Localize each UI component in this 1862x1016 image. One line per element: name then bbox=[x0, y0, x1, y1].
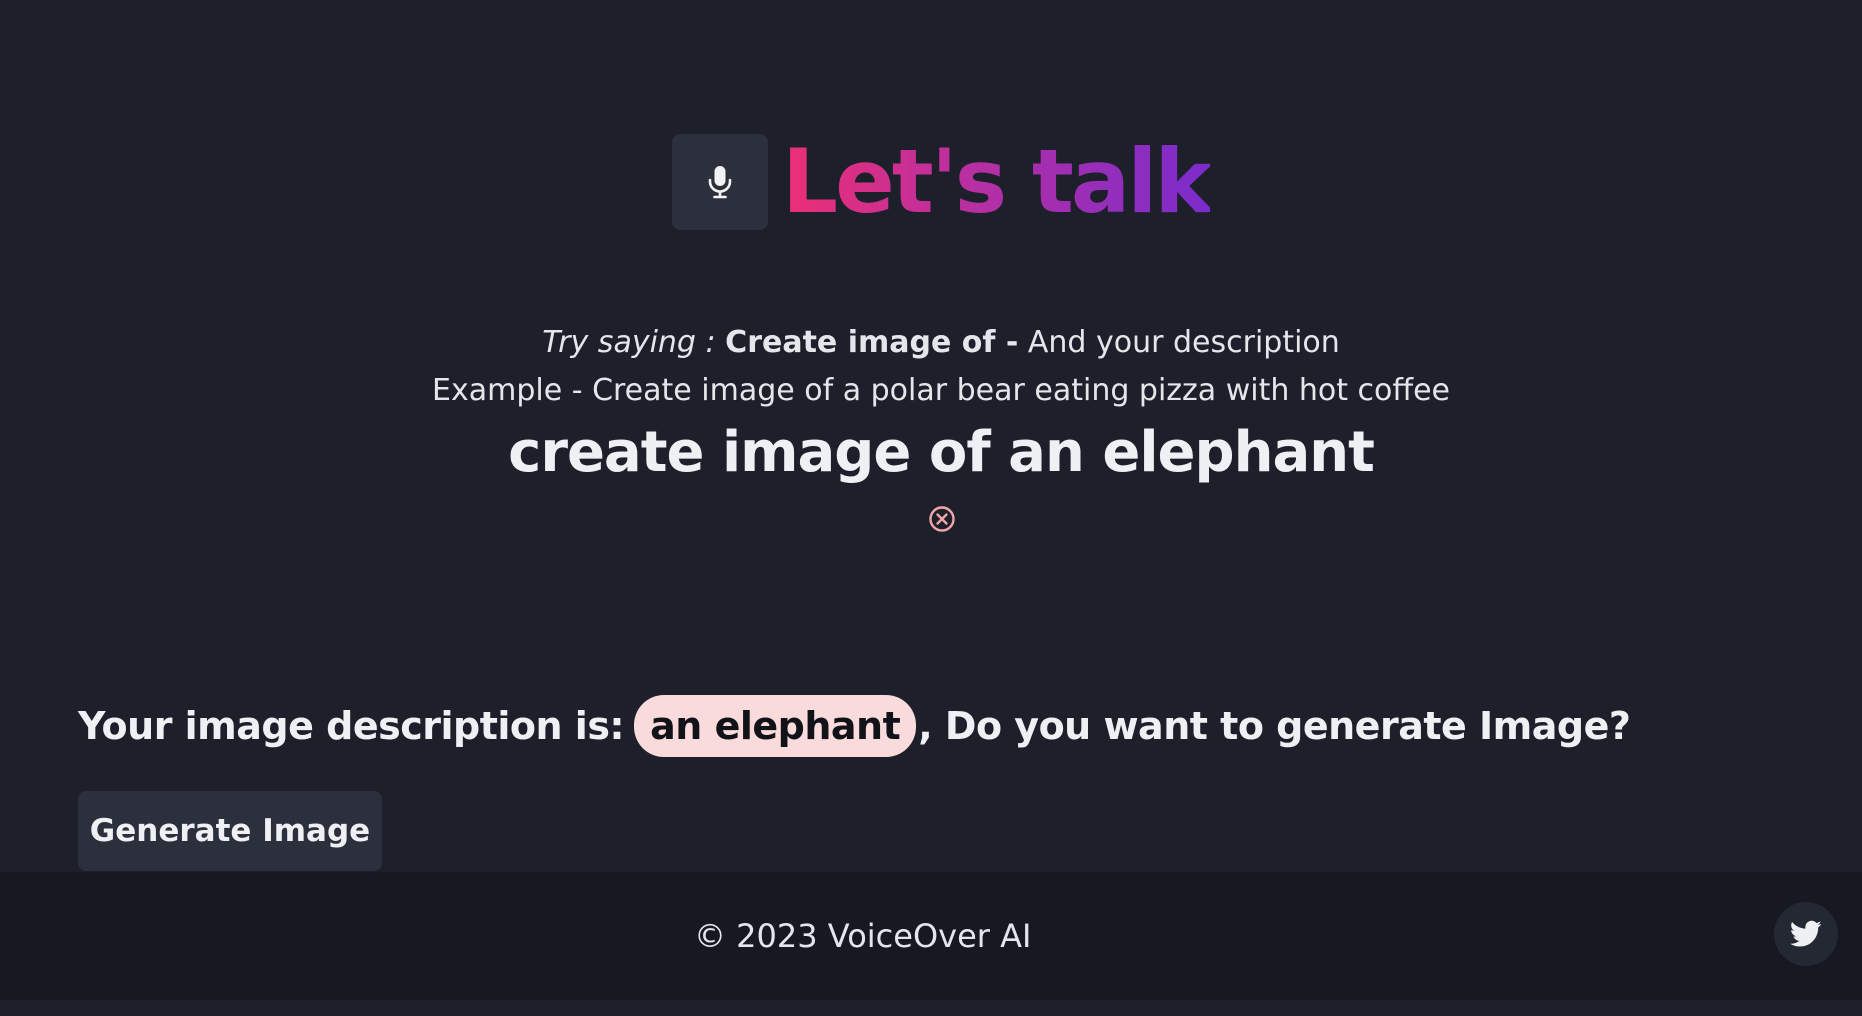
command-phrase: Create image of - bbox=[725, 325, 1019, 360]
image-description: Your image description is: an elephant ,… bbox=[78, 695, 1631, 757]
try-saying-label: Try saying : bbox=[542, 325, 716, 360]
microphone-icon bbox=[708, 166, 732, 199]
page-title: Let's talk bbox=[782, 130, 1213, 233]
footer: © 2023 VoiceOver AI bbox=[0, 872, 1862, 1000]
description-prefix: Your image description is: bbox=[78, 704, 625, 748]
speech-transcript: create image of an elephant bbox=[508, 420, 1375, 485]
description-suffix: , Do you want to generate Image? bbox=[918, 704, 1631, 748]
circle-x-icon[interactable] bbox=[928, 505, 956, 533]
instruction-example: Example - Create image of a polar bear e… bbox=[432, 373, 1450, 408]
microphone-button[interactable] bbox=[672, 134, 769, 230]
instruction-hint: Try saying : Create image of - And your … bbox=[0, 322, 1862, 364]
twitter-link[interactable] bbox=[1774, 902, 1838, 966]
twitter-icon bbox=[1790, 920, 1822, 947]
description-pill: an elephant bbox=[634, 695, 917, 757]
generate-image-button[interactable]: Generate Image bbox=[78, 791, 382, 871]
page: Let's talk Try saying : Create image of … bbox=[0, 0, 1862, 1016]
copyright-text: © 2023 VoiceOver AI bbox=[694, 917, 1032, 955]
command-suffix: And your description bbox=[1027, 325, 1340, 360]
instructions: Try saying : Create image of - And your … bbox=[0, 322, 1862, 412]
hero-header: Let's talk bbox=[0, 134, 1862, 230]
